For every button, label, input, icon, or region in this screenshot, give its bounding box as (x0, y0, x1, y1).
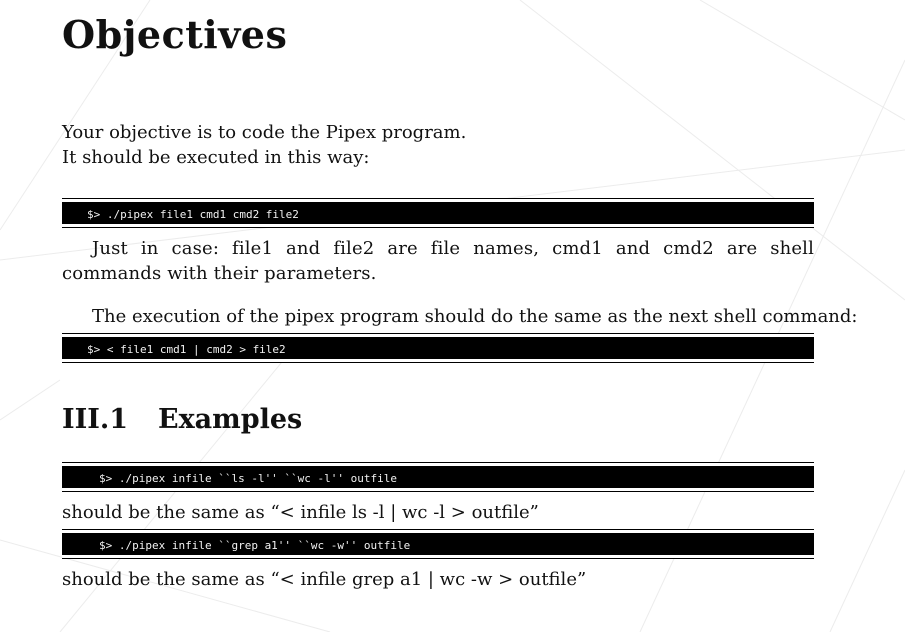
note-paragraph: Just in case: file1 and file2 are file n… (62, 238, 814, 284)
intro-line-2: It should be executed in this way: (62, 147, 370, 168)
section-number: III.1 (62, 404, 129, 435)
equivalence-paragraph: The execution of the pipex program shoul… (92, 306, 858, 327)
page-title: Objectives (62, 12, 288, 57)
example-2-result: should be the same as “< infile grep a1 … (62, 569, 587, 590)
intro-line-1: Your objective is to code the Pipex prog… (62, 122, 467, 143)
code-block-example-2: $> ./pipex infile ``grep a1'' ``wc -w'' … (62, 533, 814, 555)
code-block-example-1: $> ./pipex infile ``ls -l'' ``wc -l'' ou… (62, 466, 814, 488)
section-heading: III.1 Examples (62, 404, 302, 435)
code-block-usage: $> ./pipex file1 cmd1 cmd2 file2 (62, 202, 814, 224)
example-1-result: should be the same as “< infile ls -l | … (62, 502, 539, 523)
section-title: Examples (158, 404, 303, 435)
code-block-shell: $> < file1 cmd1 | cmd2 > file2 (62, 337, 814, 359)
